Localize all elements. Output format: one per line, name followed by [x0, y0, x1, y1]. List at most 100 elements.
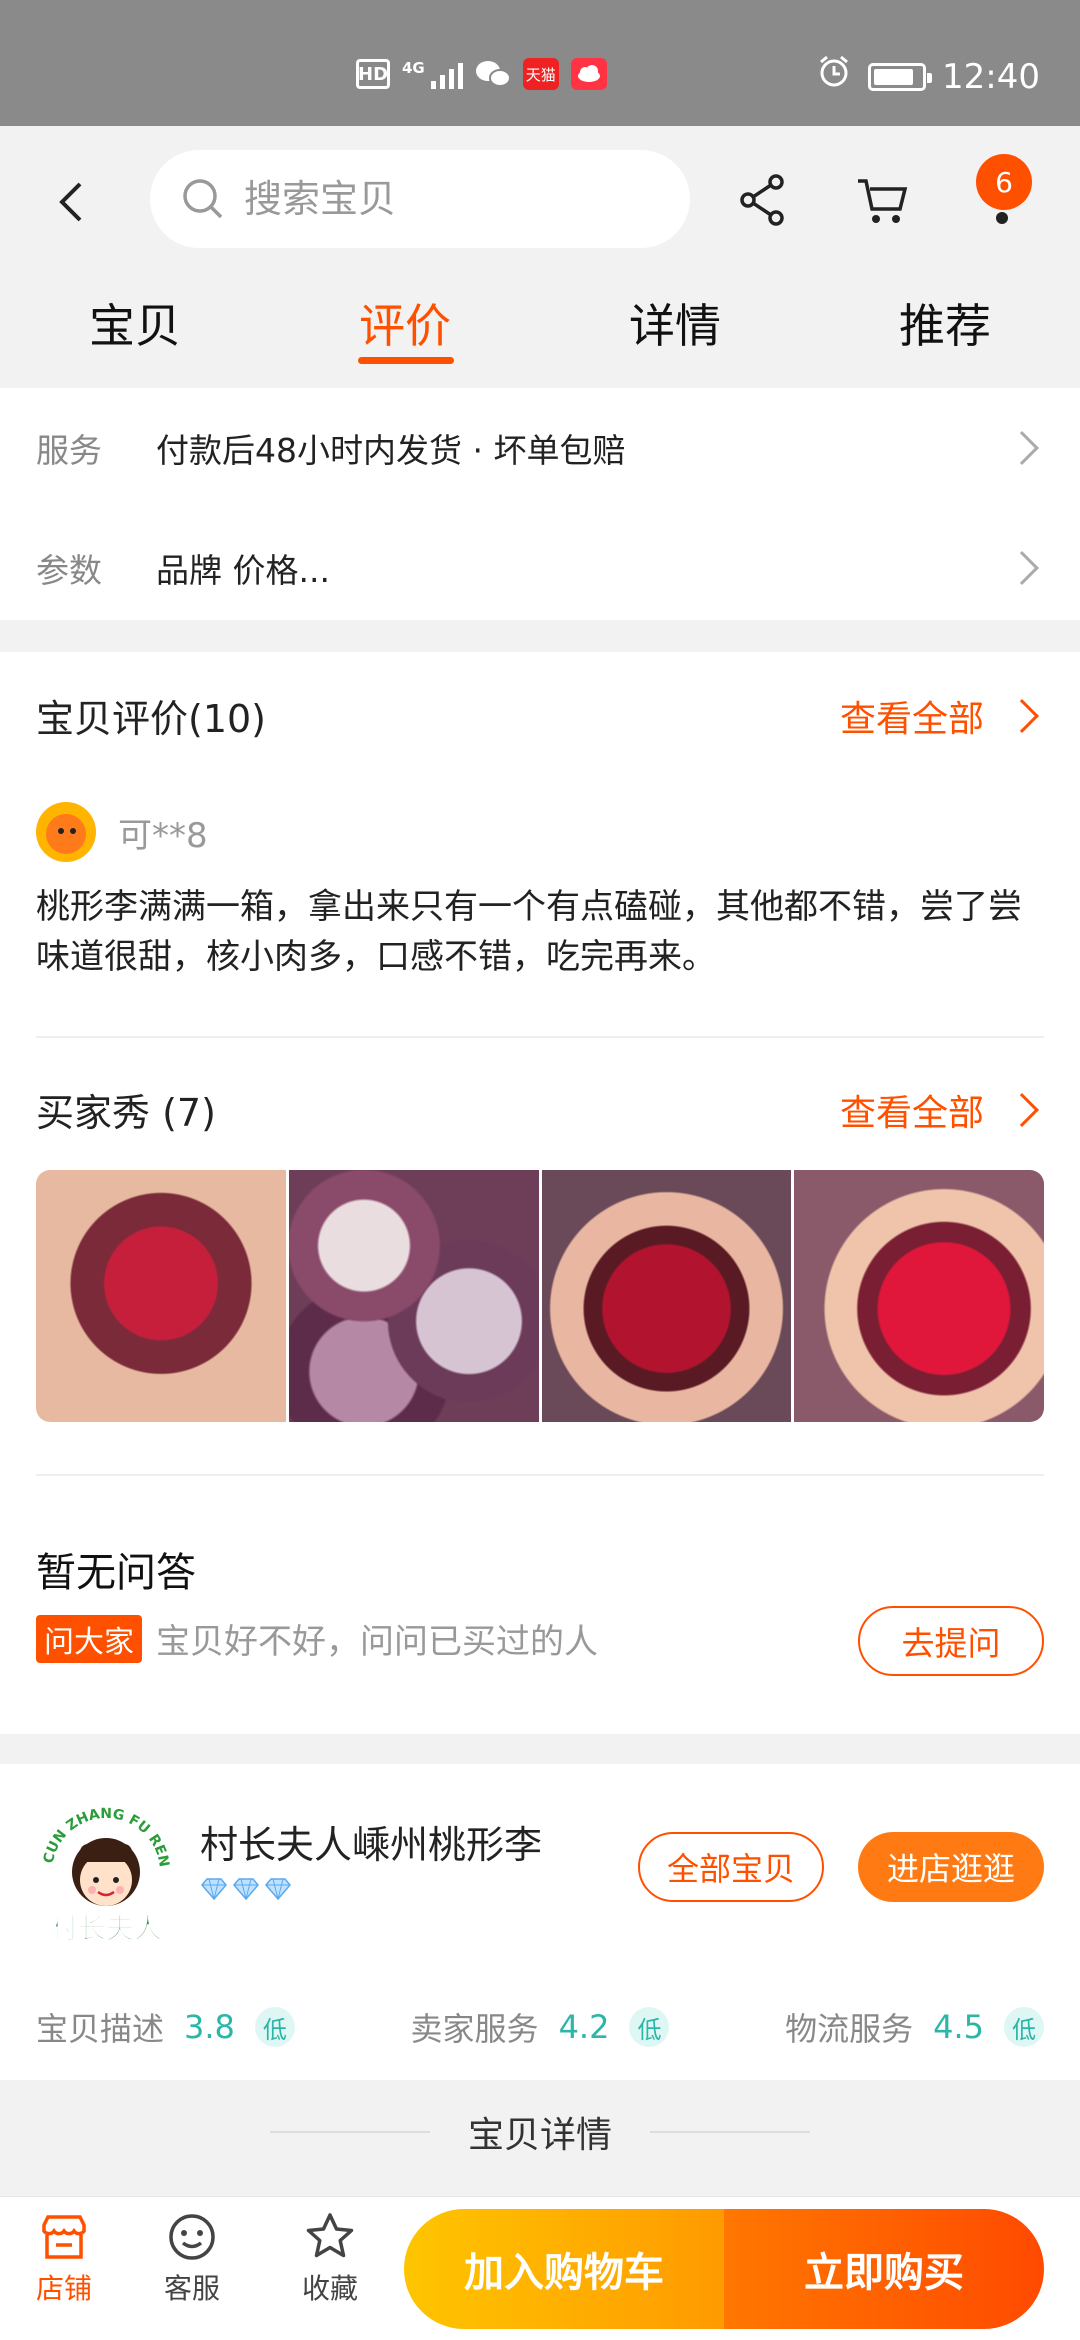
- back-button[interactable]: [56, 172, 104, 232]
- qa-hint: 宝贝好不好，问问已买过的人: [156, 1622, 598, 1662]
- rating-value: 4.2: [558, 2008, 610, 2046]
- params-value: 品牌 价格...: [156, 551, 330, 590]
- tab-recommend[interactable]: 推荐: [810, 276, 1080, 380]
- bottom-action-bar: 店铺 客服 收藏 加入购物车 立即购买: [0, 2196, 1080, 2340]
- add-to-cart-button[interactable]: 加入购物车: [404, 2209, 724, 2329]
- view-all-label: 查看全部: [839, 1092, 984, 1134]
- favorite-tab[interactable]: 收藏: [280, 2211, 380, 2307]
- status-right: 12:40: [816, 54, 1040, 99]
- battery-icon: [868, 62, 933, 91]
- divider: [36, 1474, 1044, 1476]
- qa-row: 问大家 宝贝好不好，问问已买过的人: [36, 1614, 598, 1663]
- cart-button[interactable]: [852, 170, 912, 230]
- buyer-photo[interactable]: [288, 1170, 539, 1422]
- reviews-header: 宝贝评价(10) 查看全部: [36, 688, 1044, 743]
- cloud-app-icon: [570, 58, 607, 90]
- service-value: 付款后48小时内发货 · 坏单包赔: [156, 431, 626, 470]
- rating-key: 宝贝描述: [36, 2010, 165, 2048]
- search-input[interactable]: [244, 177, 624, 221]
- detail-section-title: 宝贝详情: [0, 2106, 1080, 2158]
- share-icon: [740, 174, 784, 226]
- back-arrow-icon: [59, 182, 82, 222]
- rating-logistics: 物流服务 4.5 低: [785, 2004, 1044, 2050]
- favorite-label: 收藏: [301, 2272, 358, 2305]
- reviewer: 可**8: [36, 802, 208, 862]
- tmall-icon: 天猫: [522, 58, 559, 90]
- rating-tag: 低: [1004, 2007, 1044, 2047]
- clock: 12:40: [942, 56, 1040, 97]
- review-text[interactable]: 桃形李满满一箱，拿出来只有一个有点磕碰，其他都不错，尝了尝味道很甜，核小肉多，口…: [36, 882, 1044, 982]
- top-navigation: 6 宝贝 评价 详情 推荐: [0, 126, 1080, 380]
- customer-service-tab[interactable]: 客服: [142, 2211, 242, 2307]
- battery-level: [874, 68, 914, 85]
- divider: [269, 2131, 430, 2133]
- shop-card: CUN ZHANG FU REN 村长夫人 村长夫人嵊州桃形李 全部宝贝 进店逛…: [0, 1764, 1080, 2080]
- customer-service-icon: [169, 2214, 215, 2260]
- params-row[interactable]: 参数 品牌 价格...: [36, 538, 1044, 598]
- qa-title: 暂无问答: [36, 1550, 196, 1596]
- ask-question-button[interactable]: 去提问: [858, 1606, 1044, 1676]
- enter-shop-button[interactable]: 进店逛逛: [858, 1832, 1044, 1902]
- logo-text: 村长夫人: [50, 1912, 162, 1945]
- shop-logo[interactable]: CUN ZHANG FU REN 村长夫人: [34, 1802, 178, 1946]
- star-icon: [306, 2213, 354, 2258]
- purchase-buttons: 加入购物车 立即购买: [404, 2209, 1044, 2329]
- alarm-icon: [816, 54, 852, 99]
- hd-icon: HD: [356, 59, 390, 89]
- share-button[interactable]: [732, 170, 792, 230]
- service-card: 服务 付款后48小时内发货 · 坏单包赔 参数 品牌 价格...: [0, 388, 1080, 620]
- params-key: 参数: [36, 551, 102, 590]
- detail-title: 宝贝详情: [467, 2115, 612, 2156]
- rating-key: 卖家服务: [410, 2010, 539, 2048]
- shop-icon: [42, 2215, 86, 2259]
- more-badge[interactable]: 6: [976, 154, 1032, 210]
- tab-details[interactable]: 详情: [540, 276, 810, 380]
- rating-description: 宝贝描述 3.8 低: [36, 2004, 295, 2050]
- service-row[interactable]: 服务 付款后48小时内发货 · 坏单包赔: [36, 418, 1044, 478]
- buy-now-button[interactable]: 立即购买: [724, 2209, 1044, 2329]
- divider: [36, 1036, 1044, 1038]
- shop-ratings: 宝贝描述 3.8 低 卖家服务 4.2 低 物流服务 4.5 低: [36, 2004, 1044, 2050]
- status-icons: HD 4G 天猫: [356, 58, 607, 90]
- tab-bar: 宝贝 评价 详情 推荐: [0, 276, 1080, 380]
- search-bar[interactable]: [150, 150, 690, 248]
- chevron-right-icon: [1005, 431, 1039, 465]
- rating-value: 3.8: [184, 2008, 235, 2046]
- chevron-right-icon: [1005, 698, 1039, 733]
- buyer-photo[interactable]: [794, 1170, 1044, 1422]
- buyer-show-header: 买家秀 (7) 查看全部: [36, 1082, 1044, 1137]
- rating-seller-service: 卖家服务 4.2 低: [411, 2004, 670, 2050]
- shop-tab[interactable]: 店铺: [14, 2211, 114, 2307]
- buyer-photos: [36, 1170, 1044, 1422]
- qa-section: 暂无问答 问大家 宝贝好不好，问问已买过的人 去提问: [0, 1540, 1080, 1720]
- buyer-photo[interactable]: [541, 1170, 792, 1422]
- tab-reviews[interactable]: 评价: [270, 276, 540, 380]
- status-bar: HD 4G 天猫 12:40: [0, 0, 1080, 126]
- wechat-icon: [475, 59, 511, 89]
- shop-name[interactable]: 村长夫人嵊州桃形李: [200, 1814, 542, 1869]
- reviews-card: 宝贝评价(10) 查看全部 可**8 桃形李满满一箱，拿出来只有一个有点磕碰，其…: [0, 652, 1080, 1734]
- reviews-view-all[interactable]: 查看全部: [840, 690, 1044, 742]
- shop-tab-label: 店铺: [35, 2272, 92, 2305]
- buyer-show-title: 买家秀 (7): [36, 1091, 216, 1135]
- search-icon: [183, 179, 223, 219]
- buyer-photo[interactable]: [36, 1170, 286, 1422]
- tab-item[interactable]: 宝贝: [0, 276, 270, 380]
- diamond-icon: [232, 1878, 260, 1901]
- diamond-icon: [200, 1878, 228, 1901]
- diamond-icon: [264, 1878, 292, 1901]
- all-items-button[interactable]: 全部宝贝: [638, 1832, 824, 1902]
- rating-value: 4.5: [933, 2008, 984, 2046]
- more-icon[interactable]: [996, 212, 1008, 224]
- reviews-title: 宝贝评价(10): [36, 697, 267, 741]
- rating-tag: 低: [629, 2007, 670, 2047]
- rating-tag: 低: [254, 2007, 295, 2047]
- view-all-label: 查看全部: [839, 698, 984, 740]
- signal-icon: 4G: [402, 59, 463, 89]
- divider: [650, 2131, 810, 2133]
- reviewer-name: 可**8: [118, 815, 208, 856]
- shop-level-diamonds: [200, 1878, 292, 1901]
- avatar: [36, 802, 96, 862]
- buyer-show-view-all[interactable]: 查看全部: [840, 1084, 1044, 1136]
- service-key: 服务: [36, 431, 102, 470]
